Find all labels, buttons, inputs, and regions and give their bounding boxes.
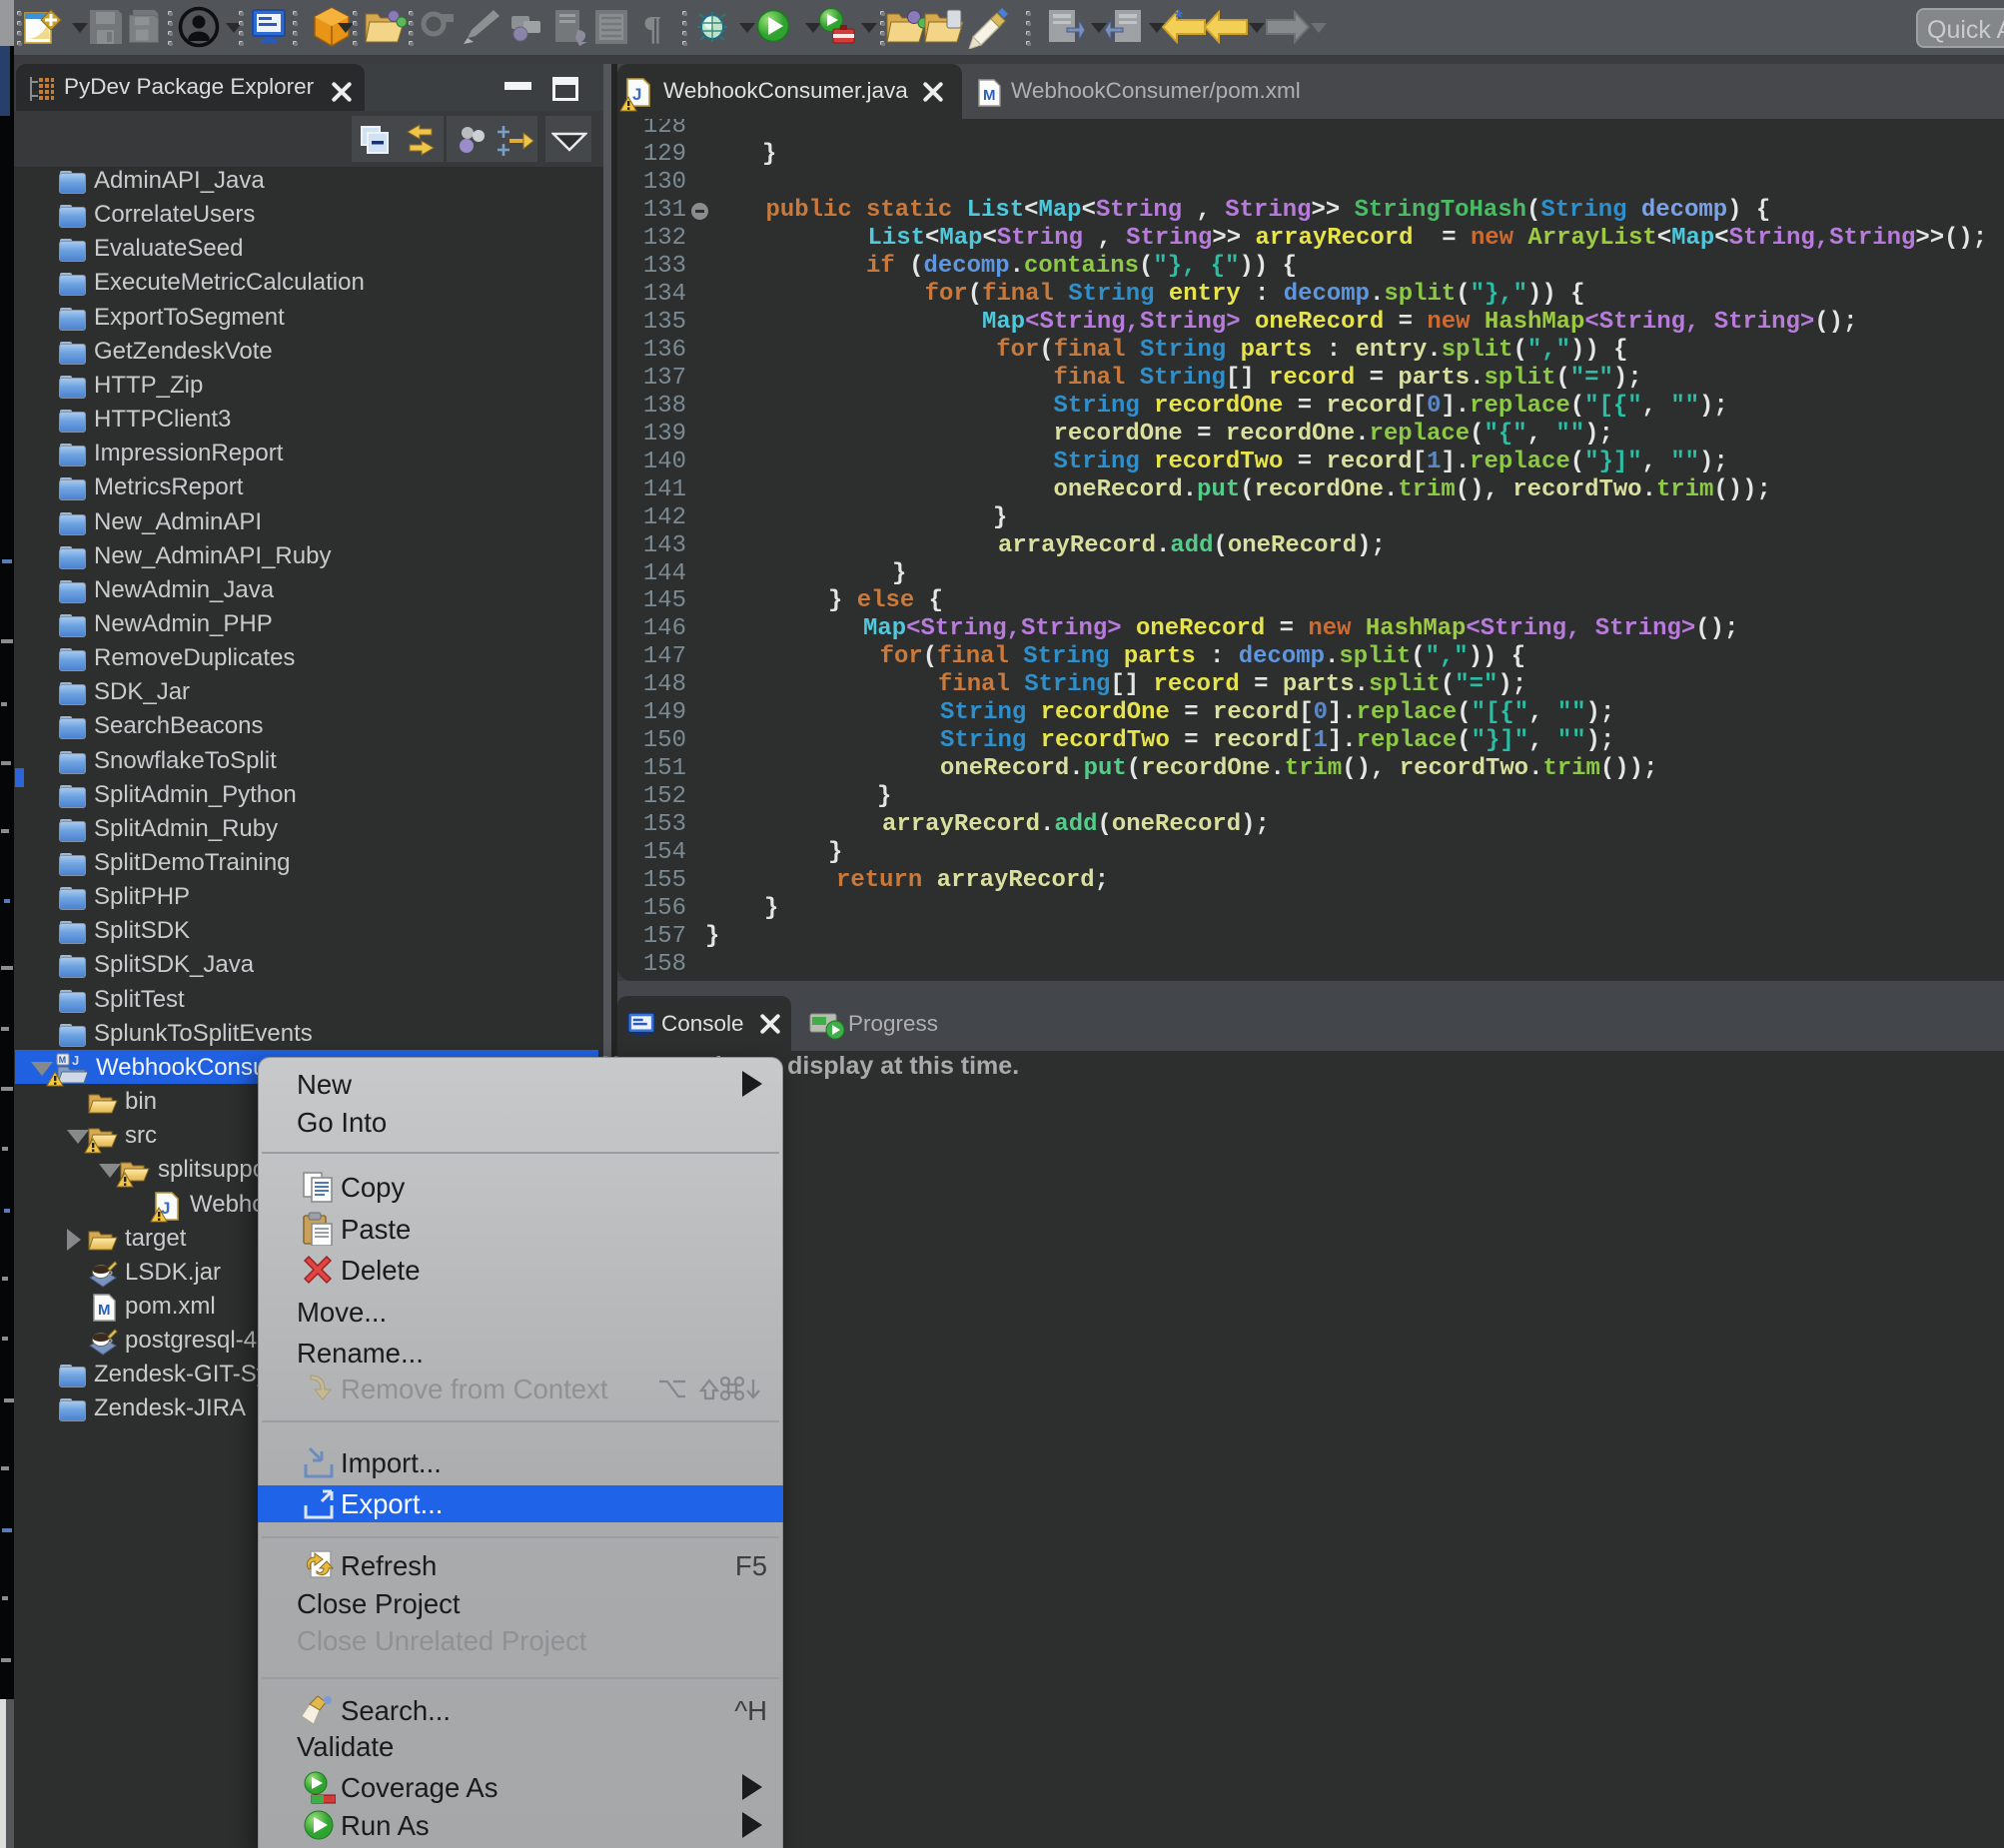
svg-text:M: M	[983, 87, 996, 104]
svg-text:M: M	[98, 1302, 111, 1319]
svg-text:*: *	[1175, 10, 1183, 29]
svg-text:M: M	[59, 1055, 67, 1065]
svg-text:J: J	[72, 1053, 79, 1068]
